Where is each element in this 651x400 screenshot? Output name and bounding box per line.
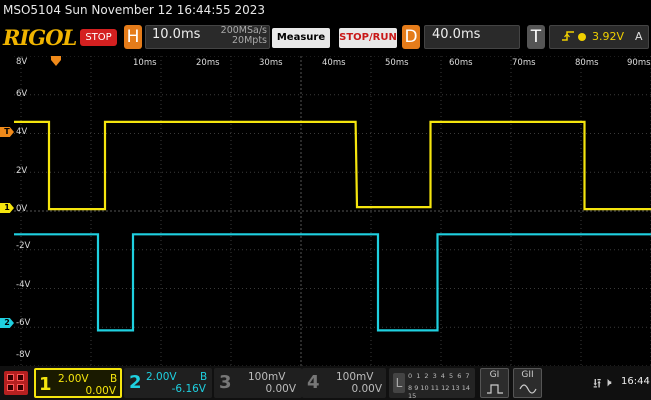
ch2-offset: -6.16V (171, 383, 206, 395)
x-tick-label: 40ms (322, 58, 346, 68)
ch4-number: 4 (307, 372, 320, 393)
ch3-box[interactable]: 3 100mV 0.00V (214, 368, 302, 398)
ch1-box[interactable]: 1 2.00V B 0.00V (34, 368, 122, 398)
x-tick-label: 10ms (133, 58, 157, 68)
trigger-position-marker (51, 56, 61, 66)
ch3-number: 3 (219, 372, 232, 393)
ch1-bw-limit: B (110, 373, 118, 385)
ch2-scale: 2.00V (146, 371, 177, 383)
trigger-mode: A (635, 30, 643, 43)
y-tick-label: -8V (16, 350, 31, 360)
y-tick-label: 6V (16, 89, 28, 99)
acquisition-info: 200MSa/s 20Mpts (205, 26, 267, 46)
traces (14, 120, 651, 332)
ch1-scale: 2.00V (58, 373, 89, 385)
x-tick-label: 70ms (512, 58, 536, 68)
x-tick-label: 30ms (259, 58, 283, 68)
speaker-icon[interactable]: 🕨 (604, 375, 612, 390)
measure-button[interactable]: Measure (272, 28, 330, 48)
delay-value: 40.0ms (432, 27, 481, 42)
trigger-level: 3.92V (592, 30, 625, 43)
x-tick-label: 60ms (449, 58, 473, 68)
trigger-source-dot (578, 33, 586, 41)
title-bar: MSO5104 Sun November 12 16:44:55 2023 (0, 0, 651, 22)
gen1-label: GI (489, 370, 500, 380)
toolbar: RIGOL STOP H 10.0ms 200MSa/s 20Mpts Meas… (0, 22, 651, 54)
ch1-trace (14, 120, 651, 211)
y-tick-label: 2V (16, 166, 28, 176)
x-tick-label: 50ms (385, 58, 409, 68)
clock: 16:44 (621, 376, 650, 387)
gen2-label: GII (521, 370, 534, 380)
waveform-display[interactable] (14, 56, 651, 366)
la-letter: L (393, 373, 405, 393)
la-channels-high: 8 9 10 11 12 13 14 15 (408, 384, 471, 400)
y-tick-label: 8V (16, 57, 28, 67)
y-tick-label: 4V (16, 127, 28, 137)
waveform-canvas (14, 56, 651, 366)
x-tick-label: 80ms (575, 58, 599, 68)
generator-2-button[interactable]: GII (513, 368, 542, 398)
trigger-menu-button[interactable]: T (527, 25, 545, 49)
model-datetime-text: MSO5104 Sun November 12 16:44:55 2023 (3, 3, 265, 17)
stop-run-button[interactable]: STOP/RUN (339, 28, 397, 48)
ch1-offset-marker[interactable]: 1 (0, 203, 14, 213)
x-tick-label: 90ms (627, 58, 651, 68)
channel-bar: 1 2.00V B 0.00V 2 2.00V B -6.16V 3 100mV… (0, 366, 651, 400)
timebase-value: 10.0ms (152, 27, 201, 42)
generator-1-button[interactable]: GI (480, 368, 509, 398)
sine-wave-icon (519, 384, 537, 394)
home-menu-button[interactable] (4, 371, 28, 395)
ch4-offset: 0.00V (351, 383, 382, 395)
ch2-offset-marker[interactable]: 2 (0, 318, 14, 328)
memory-depth: 20Mpts (232, 35, 267, 46)
rigol-logo: RIGOL (3, 25, 77, 50)
y-tick-label: -4V (16, 280, 31, 290)
delay-menu-button[interactable]: D (402, 25, 420, 49)
usb-icon: ⭿ (593, 377, 602, 392)
y-tick-label: -2V (16, 241, 31, 251)
ch2-trace (14, 233, 651, 332)
grid (14, 56, 651, 366)
ch3-offset: 0.00V (265, 383, 296, 395)
square-wave-icon (487, 384, 503, 394)
ch2-bw-limit: B (200, 371, 208, 383)
rising-edge-icon (561, 29, 575, 46)
ch4-box[interactable]: 4 100mV 0.00V (302, 368, 386, 398)
logic-analyzer-box[interactable]: L 0 1 2 3 4 5 6 7 8 9 10 11 12 13 14 15 (389, 368, 475, 400)
ch2-number: 2 (129, 372, 142, 393)
trigger-level-marker[interactable]: T (0, 127, 14, 137)
x-tick-label: 20ms (196, 58, 220, 68)
trigger-position (51, 56, 61, 66)
la-channels-low: 0 1 2 3 4 5 6 7 (408, 372, 471, 380)
ch1-number: 1 (39, 374, 52, 395)
y-tick-label: 0V (16, 204, 28, 214)
y-tick-label: -6V (16, 318, 31, 328)
ch2-box[interactable]: 2 2.00V B -6.16V (124, 368, 212, 398)
ch4-scale: 100mV (336, 371, 374, 383)
run-state-button[interactable]: STOP (80, 29, 117, 46)
ch1-offset: 0.00V (85, 385, 116, 397)
horizontal-menu-button[interactable]: H (124, 25, 142, 49)
ch3-scale: 100mV (248, 371, 286, 383)
